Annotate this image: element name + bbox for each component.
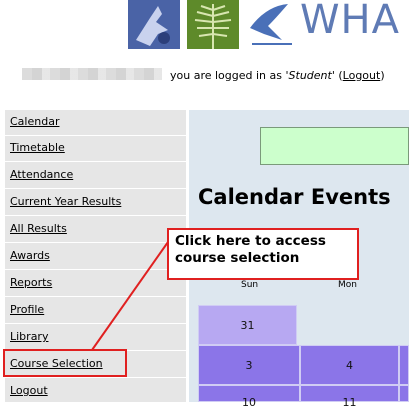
callout-arrow (91, 241, 169, 351)
callout-line-2: course selection (175, 250, 300, 266)
callout-line-1: Click here to access (175, 233, 326, 249)
annotation-callout: Click here to access course selection (167, 228, 359, 280)
course-selection-highlight (3, 349, 127, 377)
